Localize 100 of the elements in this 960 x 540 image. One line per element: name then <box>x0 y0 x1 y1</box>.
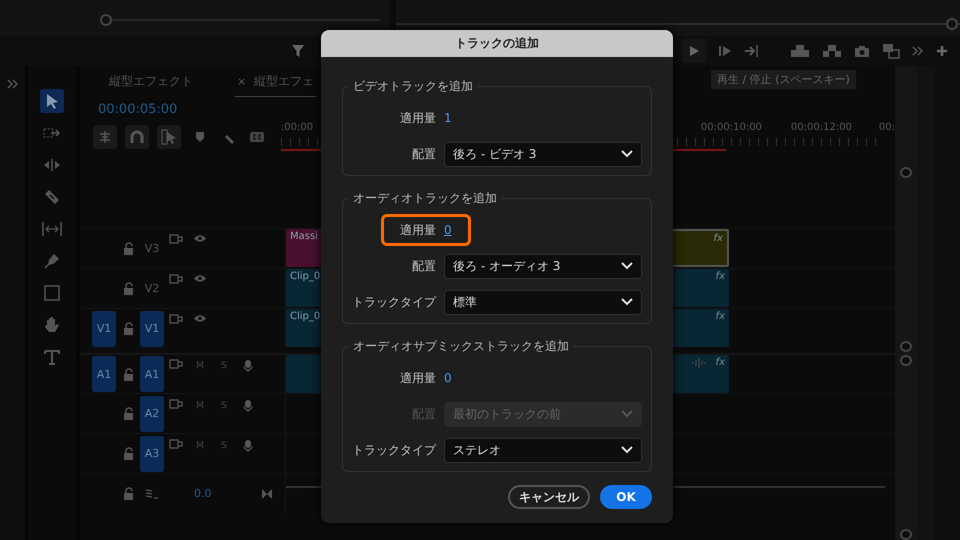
fx-label: fx <box>714 233 723 244</box>
timecode[interactable]: 00:00:05:00 <box>98 98 178 122</box>
chevron-down-icon <box>621 262 633 270</box>
bowtie-icon[interactable] <box>262 488 272 498</box>
eye-icon[interactable] <box>193 274 207 282</box>
eye-icon[interactable] <box>193 314 207 322</box>
zoom-handle[interactable] <box>946 18 958 30</box>
scrub-handle[interactable] <box>100 14 112 26</box>
source-patch[interactable]: V1 <box>92 310 116 346</box>
extract-icon[interactable] <box>822 44 842 58</box>
dropdown[interactable]: 後ろ - オーディオ 3 <box>444 254 642 278</box>
track-target[interactable]: A3 <box>140 436 164 472</box>
mute-button[interactable]: M <box>188 438 212 468</box>
section-title: オーディオサブミックストラックを追加 <box>352 338 570 355</box>
track-target[interactable]: A2 <box>140 396 164 432</box>
amount-value[interactable]: 0 <box>444 371 452 385</box>
sync-lock-icon[interactable] <box>169 438 183 448</box>
field-label: トラックタイプ <box>351 442 436 458</box>
lift-icon[interactable] <box>790 44 810 58</box>
field-label: トラックタイプ <box>351 294 436 310</box>
more-icon[interactable] <box>912 46 924 56</box>
scroll-handle[interactable] <box>900 529 912 540</box>
sync-lock-icon[interactable] <box>169 234 183 244</box>
expand-icon[interactable] <box>6 79 18 89</box>
play-icon <box>688 45 700 57</box>
scroll-handle[interactable] <box>900 167 912 178</box>
mute-button[interactable]: M <box>188 398 212 428</box>
lock-icon[interactable] <box>122 322 134 335</box>
mute-button[interactable]: M <box>188 359 212 389</box>
amount-value[interactable]: 0 <box>444 223 452 237</box>
cancel-button[interactable]: キャンセル <box>508 485 590 509</box>
microphone-icon[interactable] <box>243 359 253 373</box>
nest-icon <box>97 130 113 144</box>
add-icon[interactable] <box>936 45 948 57</box>
track-target[interactable]: V2 <box>140 270 164 306</box>
ruler-label: :00:00 <box>280 122 314 135</box>
solo-button[interactable]: S <box>212 359 236 389</box>
track-target[interactable]: V1 <box>140 310 164 346</box>
field-label: 適用量 <box>399 222 436 238</box>
go-to-out-icon[interactable] <box>744 44 760 58</box>
lock-icon[interactable] <box>122 368 134 380</box>
ruler-label: 00:00:10:00 <box>700 122 763 135</box>
mix-track-icon <box>145 488 159 498</box>
sync-lock-icon[interactable] <box>169 274 183 284</box>
lock-icon[interactable] <box>122 407 134 420</box>
linked-selection-button[interactable] <box>157 125 181 149</box>
step-forward-icon[interactable] <box>718 45 732 57</box>
chevron-down-icon <box>621 410 633 418</box>
microphone-icon[interactable] <box>243 438 253 452</box>
field-label: 配置 <box>411 146 436 162</box>
clip-name: Clip_0 <box>290 271 320 282</box>
section-title: オーディオトラックを追加 <box>352 190 498 207</box>
scroll-handle[interactable] <box>900 341 912 352</box>
microphone-icon[interactable] <box>243 398 253 412</box>
slip-icon <box>42 221 62 237</box>
captions-icon[interactable] <box>249 131 265 143</box>
vertical-scrollbar[interactable] <box>895 66 917 540</box>
play-button[interactable] <box>682 39 706 63</box>
compare-icon[interactable] <box>882 43 900 59</box>
eye-icon[interactable] <box>193 234 207 242</box>
track-target[interactable]: A1 <box>140 356 164 392</box>
dropdown[interactable]: 標準 <box>444 290 642 314</box>
sequence-tab[interactable]: × 縦型エフェ <box>235 67 316 97</box>
track-target[interactable]: V3 <box>140 230 164 266</box>
sync-lock-icon[interactable] <box>169 314 183 324</box>
sequence-tab[interactable]: 縦型エフェクト <box>107 67 195 97</box>
fx-label: fx <box>716 311 725 322</box>
tool-button[interactable] <box>40 89 64 113</box>
fx-label: fx <box>716 271 725 282</box>
section-title: ビデオトラックを追加 <box>352 78 474 95</box>
ok-button[interactable]: OK <box>600 485 652 509</box>
ruler-label: 00: <box>878 122 895 135</box>
sync-lock-icon[interactable] <box>169 398 183 408</box>
track-select-icon <box>43 126 61 140</box>
lock-icon[interactable] <box>122 447 134 460</box>
lock-icon[interactable] <box>122 242 134 255</box>
amount-value[interactable]: 1 <box>444 111 452 125</box>
snap-button[interactable] <box>125 125 149 149</box>
arrow-cursor-icon <box>45 93 59 109</box>
nest-button[interactable] <box>93 125 117 149</box>
clip-name: Clip_0 <box>290 311 320 322</box>
field-label: 適用量 <box>399 110 436 126</box>
source-patch[interactable]: A1 <box>92 356 116 392</box>
solo-button[interactable]: S <box>212 398 236 428</box>
tooltip: 再生 / 停止 (スペースキー) <box>711 70 856 89</box>
lock-icon[interactable] <box>122 282 134 295</box>
camera-icon[interactable] <box>854 44 870 58</box>
filter-icon[interactable] <box>291 44 305 58</box>
fx-label: fx <box>716 357 725 368</box>
lock-icon[interactable] <box>122 487 134 500</box>
dropdown[interactable]: ステレオ <box>444 438 642 462</box>
scroll-handle[interactable] <box>900 355 912 366</box>
solo-button[interactable]: S <box>212 438 236 468</box>
linked-selection-icon <box>161 129 177 145</box>
hand-icon <box>44 316 60 334</box>
sync-lock-icon[interactable] <box>169 359 183 369</box>
dropdown[interactable]: 後ろ - ビデオ 3 <box>444 142 642 166</box>
volume-value[interactable]: 0.0 <box>194 487 212 500</box>
clip-name: Massi <box>290 231 318 242</box>
marker-icon[interactable] <box>195 131 205 143</box>
